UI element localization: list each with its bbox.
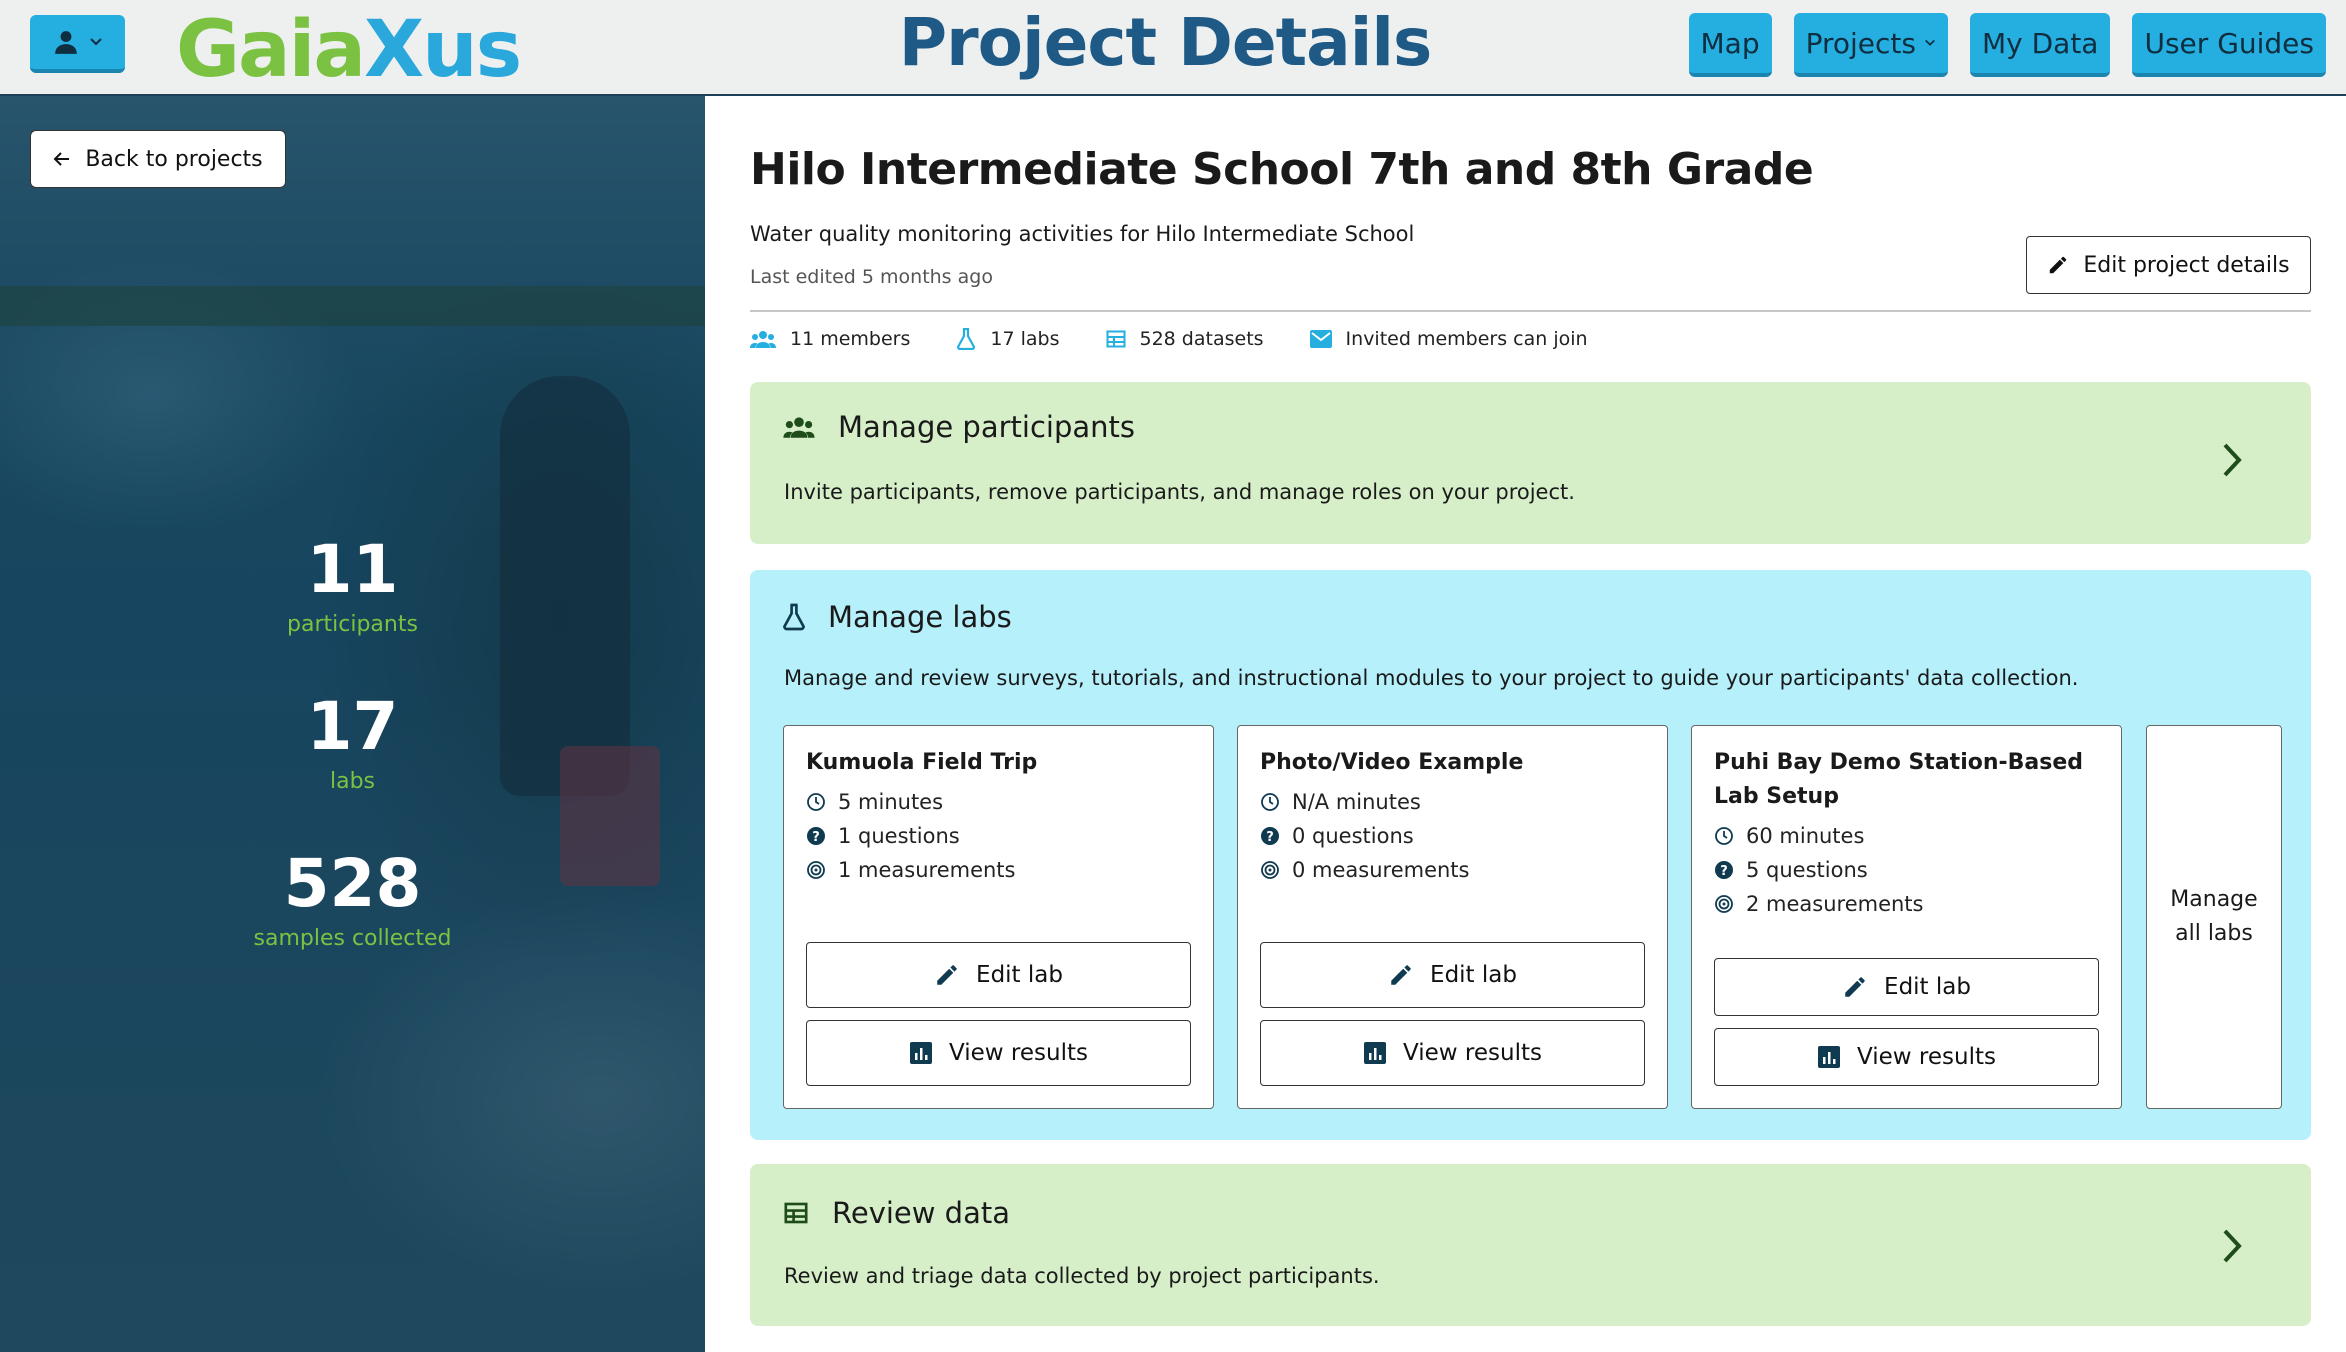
chevron-down-icon xyxy=(1925,39,1935,46)
manage-participants-description: Invite participants, remove participants… xyxy=(784,480,1575,504)
user-menu-button[interactable] xyxy=(30,15,125,73)
nav-user-guides[interactable]: User Guides xyxy=(2132,13,2326,77)
flask-icon xyxy=(957,328,976,350)
project-title: Hilo Intermediate School 7th and 8th Gra… xyxy=(750,144,1814,195)
chevron-right-icon[interactable] xyxy=(2221,442,2243,478)
lab-duration: 5 minutes xyxy=(806,790,943,814)
meta-join-policy: Invited members can join xyxy=(1309,328,1588,350)
edit-project-details-button[interactable]: Edit project details xyxy=(2026,236,2311,294)
svg-text:?: ? xyxy=(812,830,820,845)
svg-text:?: ? xyxy=(1266,830,1274,845)
project-description: Water quality monitoring activities for … xyxy=(750,222,1415,246)
gaiaxus-logo[interactable]: GaiaXus xyxy=(176,6,522,94)
clock-icon xyxy=(1715,827,1733,845)
lab-name: Photo/Video Example xyxy=(1260,750,1524,775)
view-results-button[interactable]: View results xyxy=(1714,1028,2099,1086)
lab-questions: ? 5 questions xyxy=(1714,858,1868,882)
manage-participants-header: Manage participants xyxy=(782,410,1135,444)
lab-duration: 60 minutes xyxy=(1714,824,1864,848)
mail-icon xyxy=(1309,330,1332,348)
header-divider xyxy=(750,310,2311,312)
chevron-down-icon xyxy=(89,38,102,46)
lab-measurements: 0 measurements xyxy=(1260,858,1470,882)
top-header: GaiaXus Project Details Map Projects My … xyxy=(0,0,2346,96)
bar-chart-icon xyxy=(1364,1042,1387,1064)
lab-measurements: 2 measurements xyxy=(1714,892,1924,916)
people-icon xyxy=(750,331,776,348)
user-icon xyxy=(54,31,77,54)
main-nav: Map Projects My Data User Guides xyxy=(1688,13,2326,77)
manage-all-labs-button[interactable]: Manage all labs xyxy=(2146,725,2282,1109)
lab-name: Puhi Bay Demo Station-Based Lab Setup xyxy=(1714,750,2084,809)
question-icon: ? xyxy=(1261,827,1279,845)
arrow-left-icon xyxy=(53,152,70,166)
edit-lab-button[interactable]: Edit lab xyxy=(1714,958,2099,1016)
view-results-button[interactable]: View results xyxy=(1260,1020,1645,1086)
project-main: Hilo Intermediate School 7th and 8th Gra… xyxy=(705,96,2346,1352)
back-to-projects-button[interactable]: Back to projects xyxy=(30,130,286,188)
meta-members: 11 members xyxy=(750,328,910,350)
flask-icon xyxy=(783,603,805,631)
pencil-icon xyxy=(937,965,957,985)
lab-card: Photo/Video Example N/A minutes ? 0 ques… xyxy=(1237,725,1668,1109)
stat-labs: 17 labs xyxy=(306,688,399,794)
question-icon: ? xyxy=(807,827,825,845)
clock-icon xyxy=(807,793,825,811)
table-icon xyxy=(784,1202,808,1224)
target-icon xyxy=(807,861,825,879)
project-sidebar: Back to projects 11 participants 17 labs… xyxy=(0,96,705,1352)
chevron-right-icon[interactable] xyxy=(2221,1228,2243,1264)
project-last-edited: Last edited 5 months ago xyxy=(750,266,993,288)
question-icon: ? xyxy=(1715,861,1733,879)
clock-icon xyxy=(1261,793,1279,811)
target-icon xyxy=(1261,861,1279,879)
nav-projects[interactable]: Projects xyxy=(1793,13,1948,77)
edit-lab-button[interactable]: Edit lab xyxy=(806,942,1191,1008)
svg-text:?: ? xyxy=(1720,864,1728,879)
target-icon xyxy=(1715,895,1733,913)
lab-duration: N/A minutes xyxy=(1260,790,1421,814)
lab-name: Kumuola Field Trip xyxy=(806,750,1038,775)
people-icon xyxy=(783,417,815,438)
nav-my-data[interactable]: My Data xyxy=(1969,13,2111,77)
lab-card: Kumuola Field Trip 5 minutes ? 1 questio… xyxy=(783,725,1214,1109)
review-data-header: Review data xyxy=(782,1196,1010,1230)
stat-samples: 528 samples collected xyxy=(253,845,452,951)
pencil-icon xyxy=(1845,977,1865,997)
manage-labs-description: Manage and review surveys, tutorials, an… xyxy=(784,666,2079,690)
background-photo-shore xyxy=(0,286,705,326)
manage-labs-header: Manage labs xyxy=(782,600,1012,634)
lab-questions: ? 1 questions xyxy=(806,824,960,848)
edit-lab-button[interactable]: Edit lab xyxy=(1260,942,1645,1008)
pencil-icon xyxy=(2050,256,2067,274)
review-data-panel[interactable]: Review data Review and triage data colle… xyxy=(750,1164,2311,1326)
meta-datasets: 528 datasets xyxy=(1106,328,1264,350)
lab-measurements: 1 measurements xyxy=(806,858,1016,882)
manage-labs-panel: Manage labs Manage and review surveys, t… xyxy=(750,570,2311,1140)
manage-participants-panel[interactable]: Manage participants Invite participants,… xyxy=(750,382,2311,544)
review-data-description: Review and triage data collected by proj… xyxy=(784,1264,1380,1288)
pencil-icon xyxy=(1391,965,1411,985)
lab-card: Puhi Bay Demo Station-Based Lab Setup 60… xyxy=(1691,725,2122,1109)
page-title: Project Details xyxy=(898,4,1432,81)
bar-chart-icon xyxy=(1818,1046,1841,1068)
meta-labs: 17 labs xyxy=(956,328,1060,350)
bar-chart-icon xyxy=(910,1042,933,1064)
table-icon xyxy=(1106,330,1125,348)
view-results-button[interactable]: View results xyxy=(806,1020,1191,1086)
stat-participants: 11 participants xyxy=(287,531,418,637)
lab-questions: ? 0 questions xyxy=(1260,824,1414,848)
nav-map[interactable]: Map xyxy=(1688,13,1772,77)
project-meta: 11 members 17 labs 528 datasets Invited … xyxy=(750,328,1588,350)
